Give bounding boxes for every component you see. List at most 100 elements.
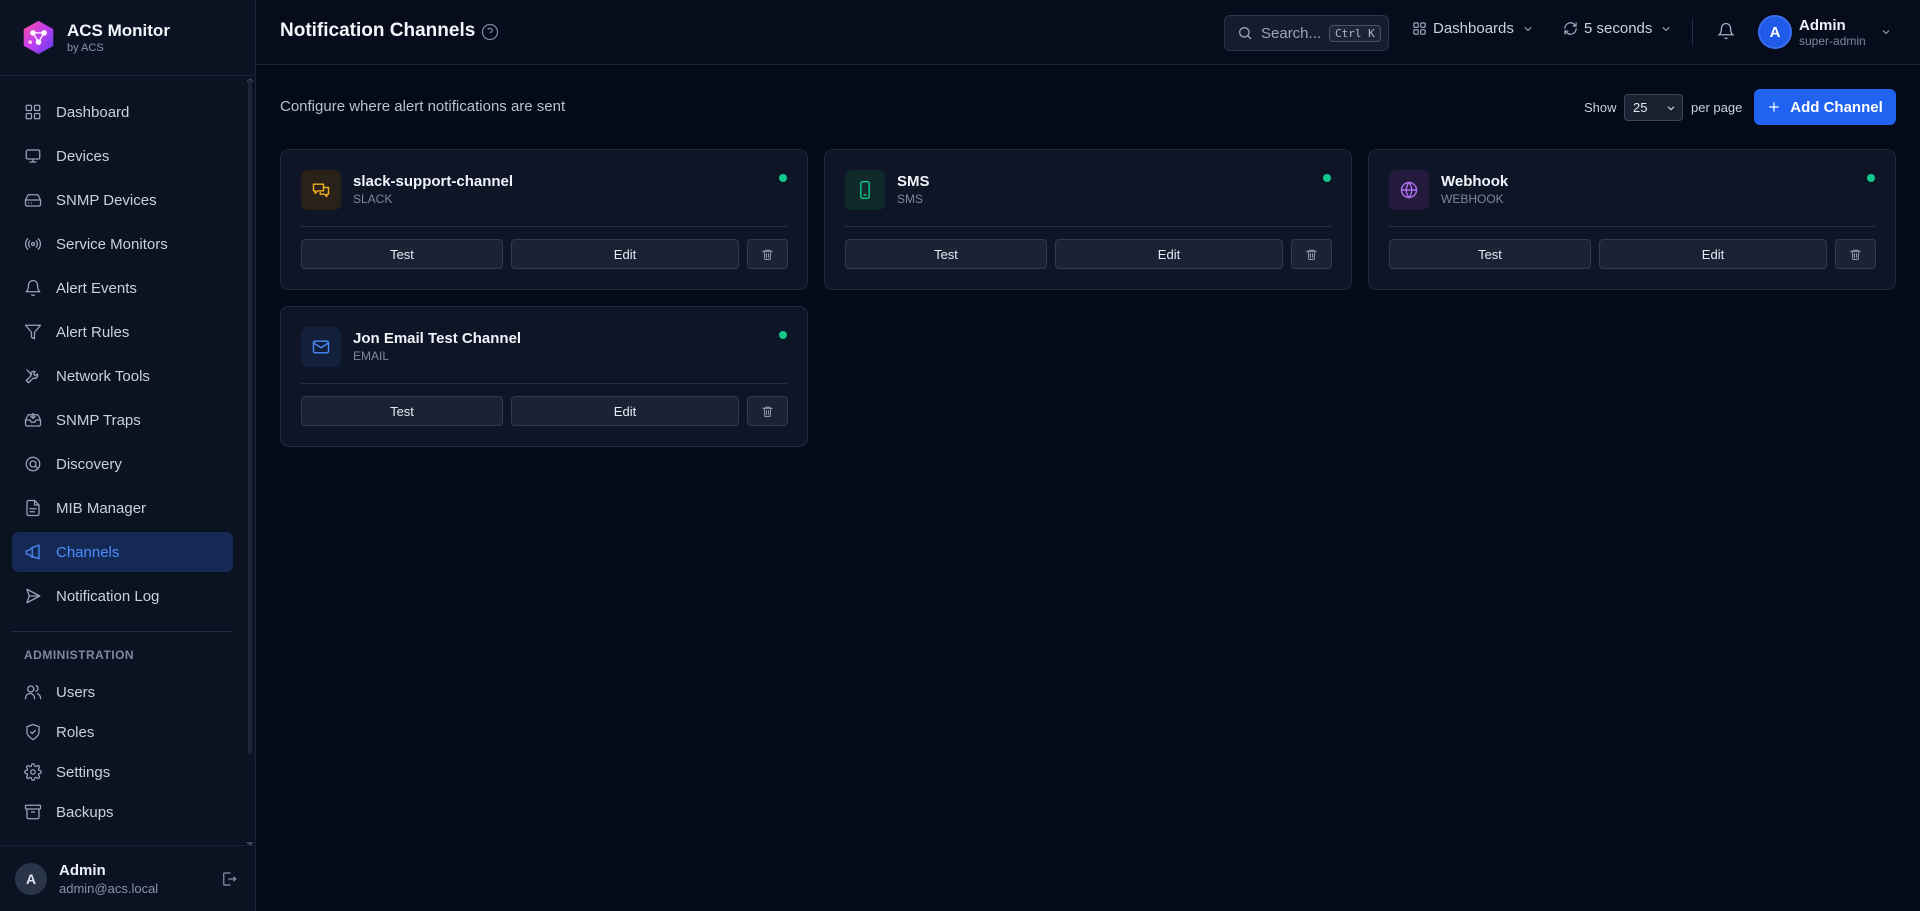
add-channel-button[interactable]: Add Channel [1754,89,1896,125]
sidebar-item-label: MIB Manager [56,499,147,517]
card-divider [301,383,787,384]
sidebar-item-label: Settings [56,763,111,781]
test-button[interactable]: Test [845,239,1047,269]
edit-button[interactable]: Edit [511,239,739,269]
sidebar-nav: Dashboard Devices SNMP Devices Service M… [12,92,233,834]
channel-icon-tile [1389,170,1429,210]
channel-card: Webhook WEBHOOK Test Edit [1368,149,1896,290]
refresh-interval-label: 5 seconds [1584,20,1653,37]
test-button[interactable]: Test [301,239,503,269]
bell-icon [25,279,41,297]
show-label: Show [1584,100,1617,115]
phone-icon [860,180,870,200]
shield-icon [26,723,40,741]
radio-icon [24,238,42,250]
help-icon[interactable] [481,23,499,41]
channel-card: SMS SMS Test Edit [824,149,1352,290]
sidebar-item-roles[interactable]: Roles [12,714,233,750]
file-icon [26,499,40,517]
search-shortcut-badge: Ctrl K [1329,24,1381,42]
search-placeholder: Search... [1261,24,1322,42]
filter-icon [24,324,42,340]
sidebar-item-label: Dashboard [56,103,130,121]
card-divider [1389,226,1875,227]
inbox-icon [24,412,42,427]
sidebar-item-notification-log[interactable]: Notification Log [12,576,233,616]
sidebar-item-label: Alert Events [56,279,137,297]
channel-icon-tile [301,327,341,367]
sidebar-item-discovery[interactable]: Discovery [12,444,233,484]
user-avatar[interactable]: A [1758,15,1792,49]
sidebar-item-mib-manager[interactable]: MIB Manager [12,488,233,528]
chevron-down-icon [1662,26,1670,31]
sidebar-item-label: Users [56,683,96,701]
dashboards-label: Dashboards [1433,20,1514,37]
notifications-bell-icon[interactable] [1717,22,1735,40]
nav-divider [12,631,233,632]
edit-button[interactable]: Edit [1599,239,1827,269]
send-icon [26,588,41,604]
edit-button[interactable]: Edit [1055,239,1283,269]
sidebar-item-snmp-traps[interactable]: SNMP Traps [12,400,233,440]
sidebar-item-network-tools[interactable]: Network Tools [12,356,233,396]
edit-button[interactable]: Edit [511,396,739,426]
search-icon [1239,27,1252,40]
sidebar-item-label: Discovery [56,455,122,473]
sidebar-item-label: Channels [56,543,120,561]
chevron-down-icon[interactable] [1880,26,1892,38]
delete-button[interactable] [1835,239,1876,269]
chevron-down-icon [1524,26,1532,31]
footer-user-email: admin@acs.local [59,880,159,896]
sidebar-item-channels[interactable]: Channels [12,532,233,572]
per-page-select[interactable]: 25 [1624,94,1683,121]
delete-button[interactable] [1291,239,1332,269]
search-input[interactable]: Search... Ctrl K [1224,15,1389,51]
delete-button[interactable] [747,396,788,426]
channel-name: Jon Email Test Channel [353,330,522,347]
avatar[interactable]: A [15,862,47,895]
channel-card: slack-support-channel SLACK Test Edit [280,149,808,290]
acs-logo-icon [23,20,54,55]
test-button[interactable]: Test [1389,239,1591,269]
gear-icon [24,763,42,781]
grid-icon [1413,22,1426,35]
hard-drive-icon [24,194,42,207]
test-button[interactable]: Test [301,396,503,426]
dashboards-dropdown[interactable]: Dashboards [1412,20,1534,37]
sidebar-item-snmp-devices[interactable]: SNMP Devices [12,180,233,220]
archive-icon [24,804,42,820]
brand[interactable]: ACS Monitor by ACS [0,0,255,76]
sidebar-item-alert-rules[interactable]: Alert Rules [12,312,233,352]
status-indicator [1323,174,1331,182]
channel-type: WEBHOOK [1441,192,1504,206]
sidebar-scrollbar[interactable] [248,80,252,754]
channel-type: EMAIL [353,349,390,363]
sidebar-item-dashboard[interactable]: Dashboard [12,92,233,132]
sidebar-item-users[interactable]: Users [12,674,233,710]
card-divider [301,226,787,227]
sidebar-item-backups[interactable]: Backups [12,794,233,830]
sidebar-item-label: SNMP Traps [56,411,141,429]
sidebar-item-label: Service Monitors [56,235,168,253]
sidebar-item-label: Network Tools [56,367,150,385]
user-name[interactable]: Admin [1799,17,1846,34]
channel-icon-tile [301,170,341,210]
discovery-icon [25,456,41,472]
per-page-label: per page [1691,100,1743,115]
sidebar-item-service-monitors[interactable]: Service Monitors [12,224,233,264]
refresh-interval-dropdown[interactable]: 5 seconds [1563,20,1672,37]
monitor-icon [25,149,41,163]
logout-icon[interactable] [220,870,238,888]
sidebar-item-settings[interactable]: Settings [12,754,233,790]
add-channel-label: Add Channel [1790,98,1883,116]
refresh-icon [1564,22,1577,35]
chevron-down-icon [1667,106,1675,111]
channel-name: SMS [897,173,930,190]
page-title: Notification Channels [280,20,476,41]
sidebar-item-devices[interactable]: Devices [12,136,233,176]
mail-icon [312,340,330,354]
delete-button[interactable] [747,239,788,269]
sidebar-item-alert-events[interactable]: Alert Events [12,268,233,308]
tools-icon [25,369,39,384]
grid-icon [25,104,41,120]
